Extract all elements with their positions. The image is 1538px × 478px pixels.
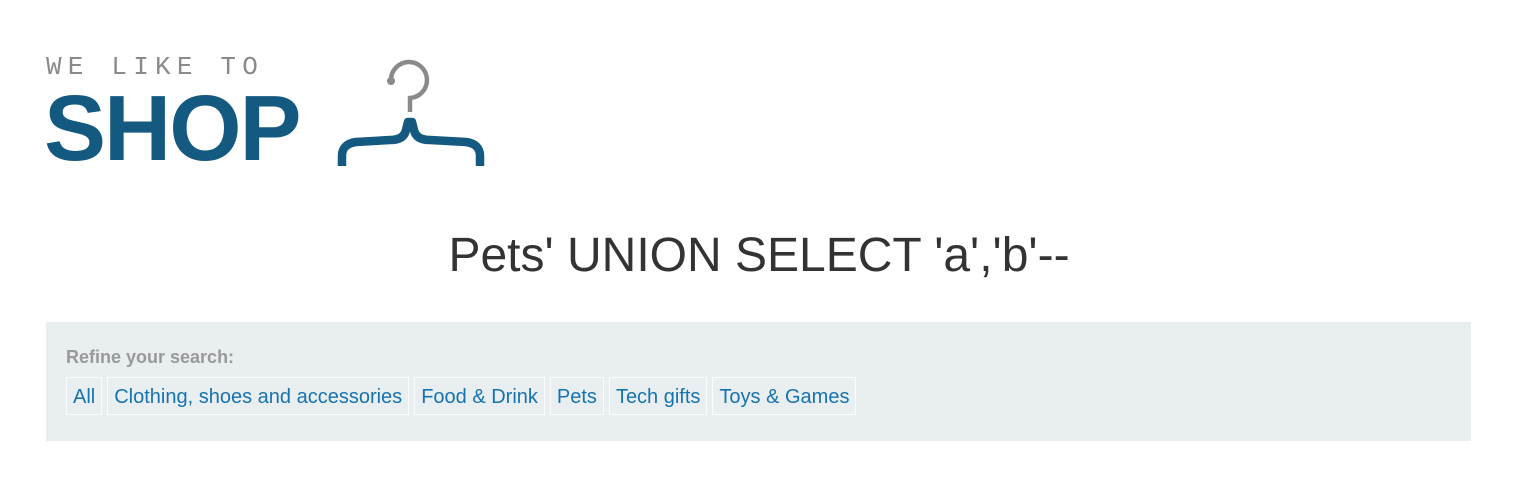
filter-link-toys-games[interactable]: Toys & Games xyxy=(712,377,857,415)
filter-link-all[interactable]: All xyxy=(66,377,103,415)
filter-link-pets[interactable]: Pets xyxy=(549,377,604,415)
page-title: Pets' UNION SELECT 'a','b'-- xyxy=(448,229,1070,282)
hanger-icon xyxy=(337,59,485,166)
site-logo[interactable]: WE LIKE TO SHOP xyxy=(44,52,489,178)
filter-heading: Refine your search: xyxy=(66,347,235,367)
filter-panel: Refine your search: All Clothing, shoes … xyxy=(46,322,1471,441)
filter-link-clothing[interactable]: Clothing, shoes and accessories xyxy=(107,377,410,415)
logo-wordmark: SHOP xyxy=(44,76,302,180)
filter-category-list: All Clothing, shoes and accessories Food… xyxy=(66,377,857,415)
filter-link-food-drink[interactable]: Food & Drink xyxy=(414,377,545,415)
filter-link-tech-gifts[interactable]: Tech gifts xyxy=(608,377,708,415)
